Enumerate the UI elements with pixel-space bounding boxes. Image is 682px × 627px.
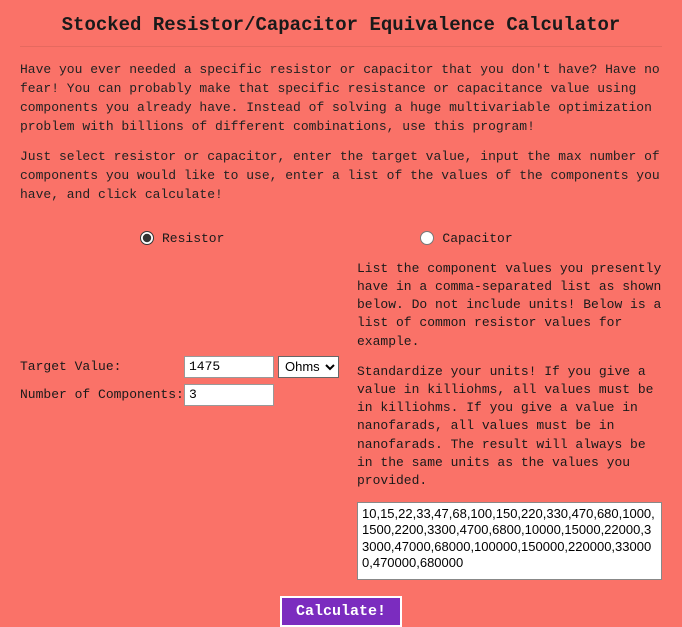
divider [20,46,662,47]
radio-capacitor-input[interactable] [420,231,434,245]
num-components-input[interactable] [184,384,274,406]
component-type-radio-group: Resistor Capacitor [20,231,662,246]
calculate-button[interactable]: Calculate! [280,596,402,627]
target-value-row: Target Value: Ohms [20,356,345,378]
radio-resistor-input[interactable] [140,231,154,245]
radio-capacitor-label: Capacitor [442,231,512,246]
unit-select[interactable]: Ohms [278,356,339,378]
page-title: Stocked Resistor/Capacitor Equivalence C… [20,14,662,36]
num-components-label: Number of Components: [20,387,184,402]
num-components-row: Number of Components: [20,384,345,406]
values-instruction-1: List the component values you presently … [357,260,662,351]
component-values-textarea[interactable] [357,502,662,580]
radio-resistor[interactable]: Resistor [140,231,224,246]
values-instruction-2: Standardize your units! If you give a va… [357,363,662,490]
target-value-input[interactable] [184,356,274,378]
intro-paragraph-2: Just select resistor or capacitor, enter… [20,148,662,205]
left-column: Target Value: Ohms Number of Components: [20,256,345,586]
target-value-label: Target Value: [20,359,184,374]
radio-capacitor[interactable]: Capacitor [420,231,512,246]
radio-resistor-label: Resistor [162,231,224,246]
form-area: Resistor Capacitor Target Value: Ohms Nu… [20,217,662,627]
intro-paragraph-1: Have you ever needed a specific resistor… [20,61,662,136]
right-column: List the component values you presently … [357,256,662,586]
